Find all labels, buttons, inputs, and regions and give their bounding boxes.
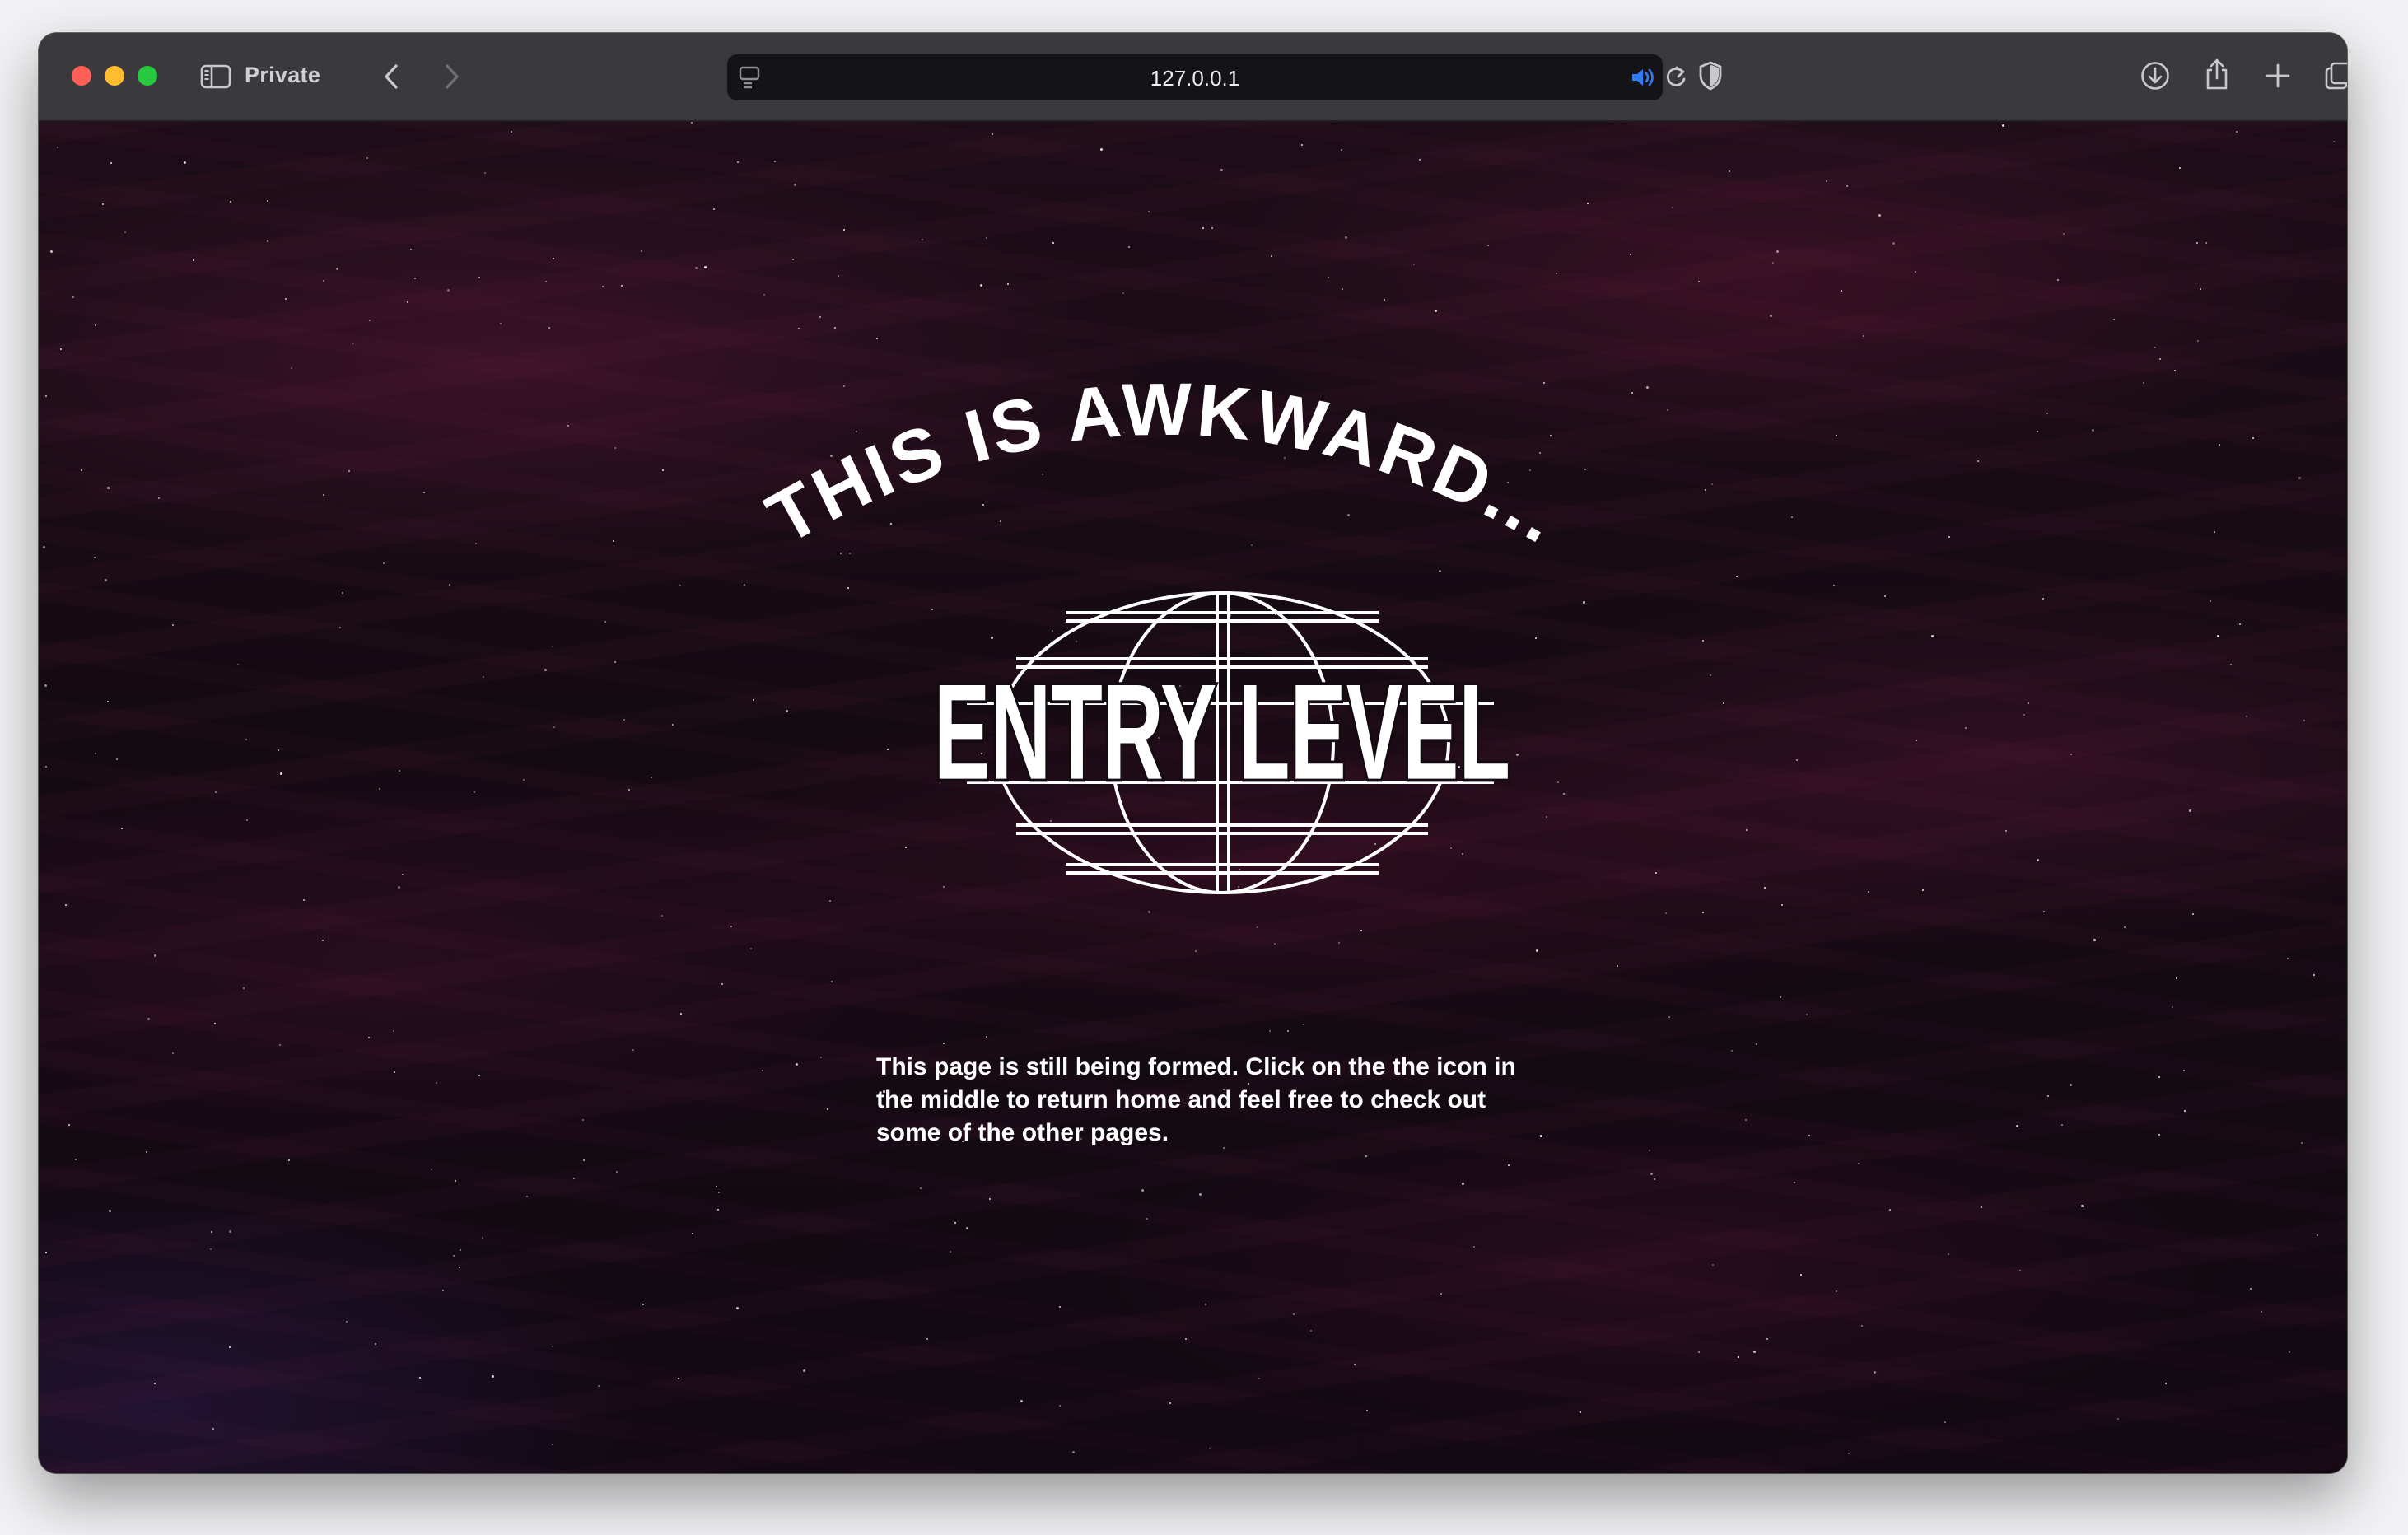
private-mode-label: Private: [245, 63, 321, 87]
chevron-right-icon[interactable]: [436, 59, 469, 94]
plus-icon[interactable]: [2262, 59, 2294, 92]
close-window-button[interactable]: [72, 66, 91, 86]
entry-level-globe-logo[interactable]: ENTRY LEVEL: [917, 580, 1527, 909]
svg-text:THIS IS AWKWARD...: THIS IS AWKWARD...: [754, 369, 1575, 561]
minimize-window-button[interactable]: [105, 66, 124, 86]
address-bar[interactable]: 127.0.0.1: [727, 54, 1686, 100]
share-icon[interactable]: [2202, 56, 2232, 92]
speaker-icon[interactable]: [1630, 65, 1658, 90]
headline-text: THIS IS AWKWARD...: [754, 369, 1572, 561]
shield-icon[interactable]: [1696, 59, 1725, 92]
page-content: THIS IS AWKWARD... ENTRY LEVEL This page…: [39, 122, 2347, 1473]
download-icon[interactable]: [2139, 59, 2172, 92]
zoom-window-button[interactable]: [138, 66, 157, 86]
logo-text: ENTRY LEVEL: [934, 656, 1510, 808]
tab-overview-icon[interactable]: [2322, 58, 2347, 93]
page-message: This page is still being formed. Click o…: [876, 1053, 1516, 1146]
reload-icon[interactable]: [1663, 64, 1689, 91]
url-text: 127.0.0.1: [1150, 66, 1240, 91]
sidebar-icon[interactable]: [199, 60, 232, 93]
chevron-left-icon[interactable]: [375, 59, 408, 94]
browser-window: Private 127.0.0.1 THIS IS AWKWARD... ENT…: [39, 33, 2347, 1473]
browser-toolbar: Private 127.0.0.1: [39, 33, 2347, 122]
